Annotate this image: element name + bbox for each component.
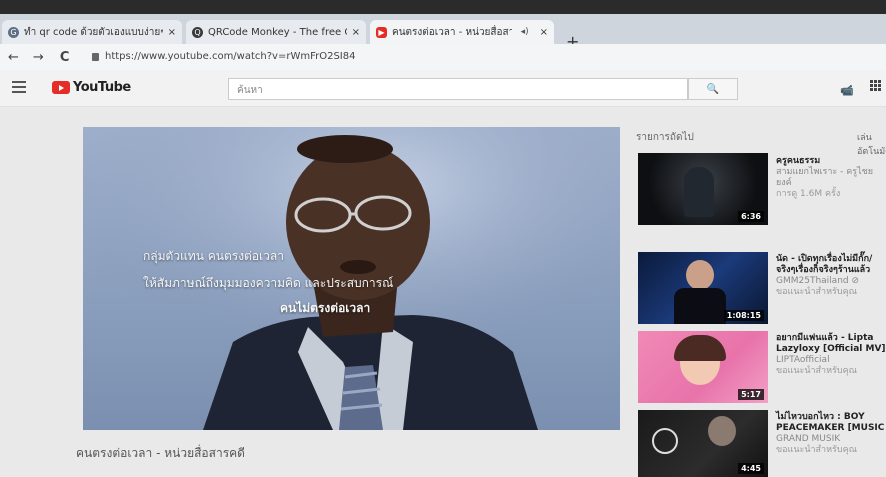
- duration-badge: 4:45: [738, 463, 764, 474]
- channel-name: GRAND MUSIK: [776, 434, 841, 444]
- search-button[interactable]: 🔍: [688, 78, 738, 100]
- thumbnail[interactable]: 4:45: [638, 410, 768, 477]
- list-item[interactable]: ครูคนธรรม สามแยกไพเราะ - ครูไชยยงค์ การด…: [776, 156, 886, 200]
- youtube-favicon-icon: ▶: [376, 26, 387, 38]
- url-text: https://www.youtube.com/watch?v=rWmFrO2S…: [105, 51, 356, 62]
- list-item[interactable]: ไม่ไหวบอกไหว : BOY PEACEMAKER [MUSIC GRA…: [776, 412, 886, 456]
- tab-label: QRCode Monkey - The free QR Code Generat…: [208, 26, 347, 38]
- duration-badge: 6:36: [738, 211, 764, 222]
- reload-button[interactable]: C: [60, 50, 70, 65]
- channel-name: GMM25Thailand ⊘: [776, 276, 860, 286]
- list-item[interactable]: นัด - เปิดทุกเรื่องไม่มีกั๊ก/จริงๆเรื่อง…: [776, 254, 886, 298]
- address-bar: ← → C https://www.youtube.com/watch?v=rW…: [0, 44, 886, 70]
- back-button[interactable]: ←: [8, 50, 19, 65]
- close-icon[interactable]: ×: [540, 27, 548, 38]
- tab-youtube-video[interactable]: ▶ คนตรงต่อเวลา - หน่วยสื่อสารคดี - YouTu…: [370, 20, 554, 44]
- lock-icon: [92, 52, 99, 61]
- screen-top-edge: [0, 0, 886, 14]
- thumbnail[interactable]: 1:08:15: [638, 252, 768, 324]
- peacemaker-logo-icon: [652, 428, 678, 454]
- list-item[interactable]: อยากมีแฟนแล้ว - Lipta Lazyloxy [Official…: [776, 333, 886, 377]
- thumbnail[interactable]: 6:36: [638, 153, 768, 225]
- video-meta: ขอแนะนำสำหรับคุณ: [776, 366, 857, 376]
- video-player[interactable]: กลุ่มตัวแทน คนตรงต่อเวลา ให้สัมภาษณ์ถึงม…: [83, 127, 620, 430]
- channel-name: LIPTAofficial: [776, 355, 830, 365]
- video-meta: ขอแนะนำสำหรับคุณ: [776, 445, 857, 455]
- google-favicon-icon: G: [8, 26, 19, 38]
- speaker-icon: ◂): [520, 27, 529, 37]
- menu-icon[interactable]: [12, 81, 26, 96]
- subtitle-line-3: คนไม่ตรงต่อเวลา: [280, 301, 371, 315]
- close-icon[interactable]: ×: [352, 27, 360, 38]
- video-title: คนตรงต่อเวลา - หน่วยสื่อสารคดี: [76, 446, 245, 460]
- youtube-play-icon: [52, 81, 70, 94]
- video-meta: การดู 1.6M ครั้ง: [776, 189, 841, 199]
- tab-label: คนตรงต่อเวลา - หน่วยสื่อสารคดี - YouTube: [392, 26, 512, 38]
- duration-badge: 5:17: [738, 389, 764, 400]
- duration-badge: 1:08:15: [723, 310, 764, 321]
- url-field[interactable]: https://www.youtube.com/watch?v=rWmFrO2S…: [92, 51, 355, 62]
- upload-video-icon[interactable]: 📹: [840, 84, 854, 97]
- youtube-header: YouTube ค้นหา 🔍 📹: [0, 70, 886, 107]
- thumbnail[interactable]: 5:17: [638, 331, 768, 403]
- autoplay-label[interactable]: เล่นอัตโนมัติ: [857, 130, 886, 158]
- search-input[interactable]: ค้นหา: [228, 78, 688, 100]
- tab-google-search[interactable]: G ทำ qr code ด้วยตัวเองแบบง่ายๆ - ค้นหาด…: [2, 20, 182, 44]
- subtitle-line-1: กลุ่มตัวแทน คนตรงต่อเวลา: [143, 249, 284, 263]
- up-next-label: รายการถัดไป: [636, 132, 694, 143]
- video-title: ครูคนธรรม: [776, 156, 821, 166]
- logo-text: YouTube: [73, 80, 131, 95]
- subtitle-line-2: ให้สัมภาษณ์ถึงมุมมองความคิด และประสบการณ…: [143, 276, 394, 290]
- channel-name: สามแยกไพเราะ - ครูไชยยงค์: [776, 167, 873, 188]
- video-title: อยากมีแฟนแล้ว - Lipta Lazyloxy [Official…: [776, 333, 886, 354]
- youtube-logo[interactable]: YouTube: [52, 80, 131, 95]
- browser-tab-strip: G ทำ qr code ด้วยตัวเองแบบง่ายๆ - ค้นหาด…: [0, 14, 886, 51]
- apps-grid-icon[interactable]: [870, 80, 881, 91]
- forward-button[interactable]: →: [33, 50, 44, 65]
- tab-label: ทำ qr code ด้วยตัวเองแบบง่ายๆ - ค้นหาด้ว…: [24, 26, 163, 38]
- qr-favicon-icon: Q: [192, 26, 203, 38]
- video-title: ไม่ไหวบอกไหว : BOY PEACEMAKER [MUSIC: [776, 412, 885, 433]
- tab-qrcode-monkey[interactable]: Q QRCode Monkey - The free QR Code Gener…: [186, 20, 366, 44]
- close-icon[interactable]: ×: [168, 27, 176, 38]
- video-meta: ขอแนะนำสำหรับคุณ: [776, 287, 857, 297]
- search-icon: 🔍: [706, 83, 720, 95]
- video-title: นัด - เปิดทุกเรื่องไม่มีกั๊ก/จริงๆเรื่อง…: [776, 254, 873, 275]
